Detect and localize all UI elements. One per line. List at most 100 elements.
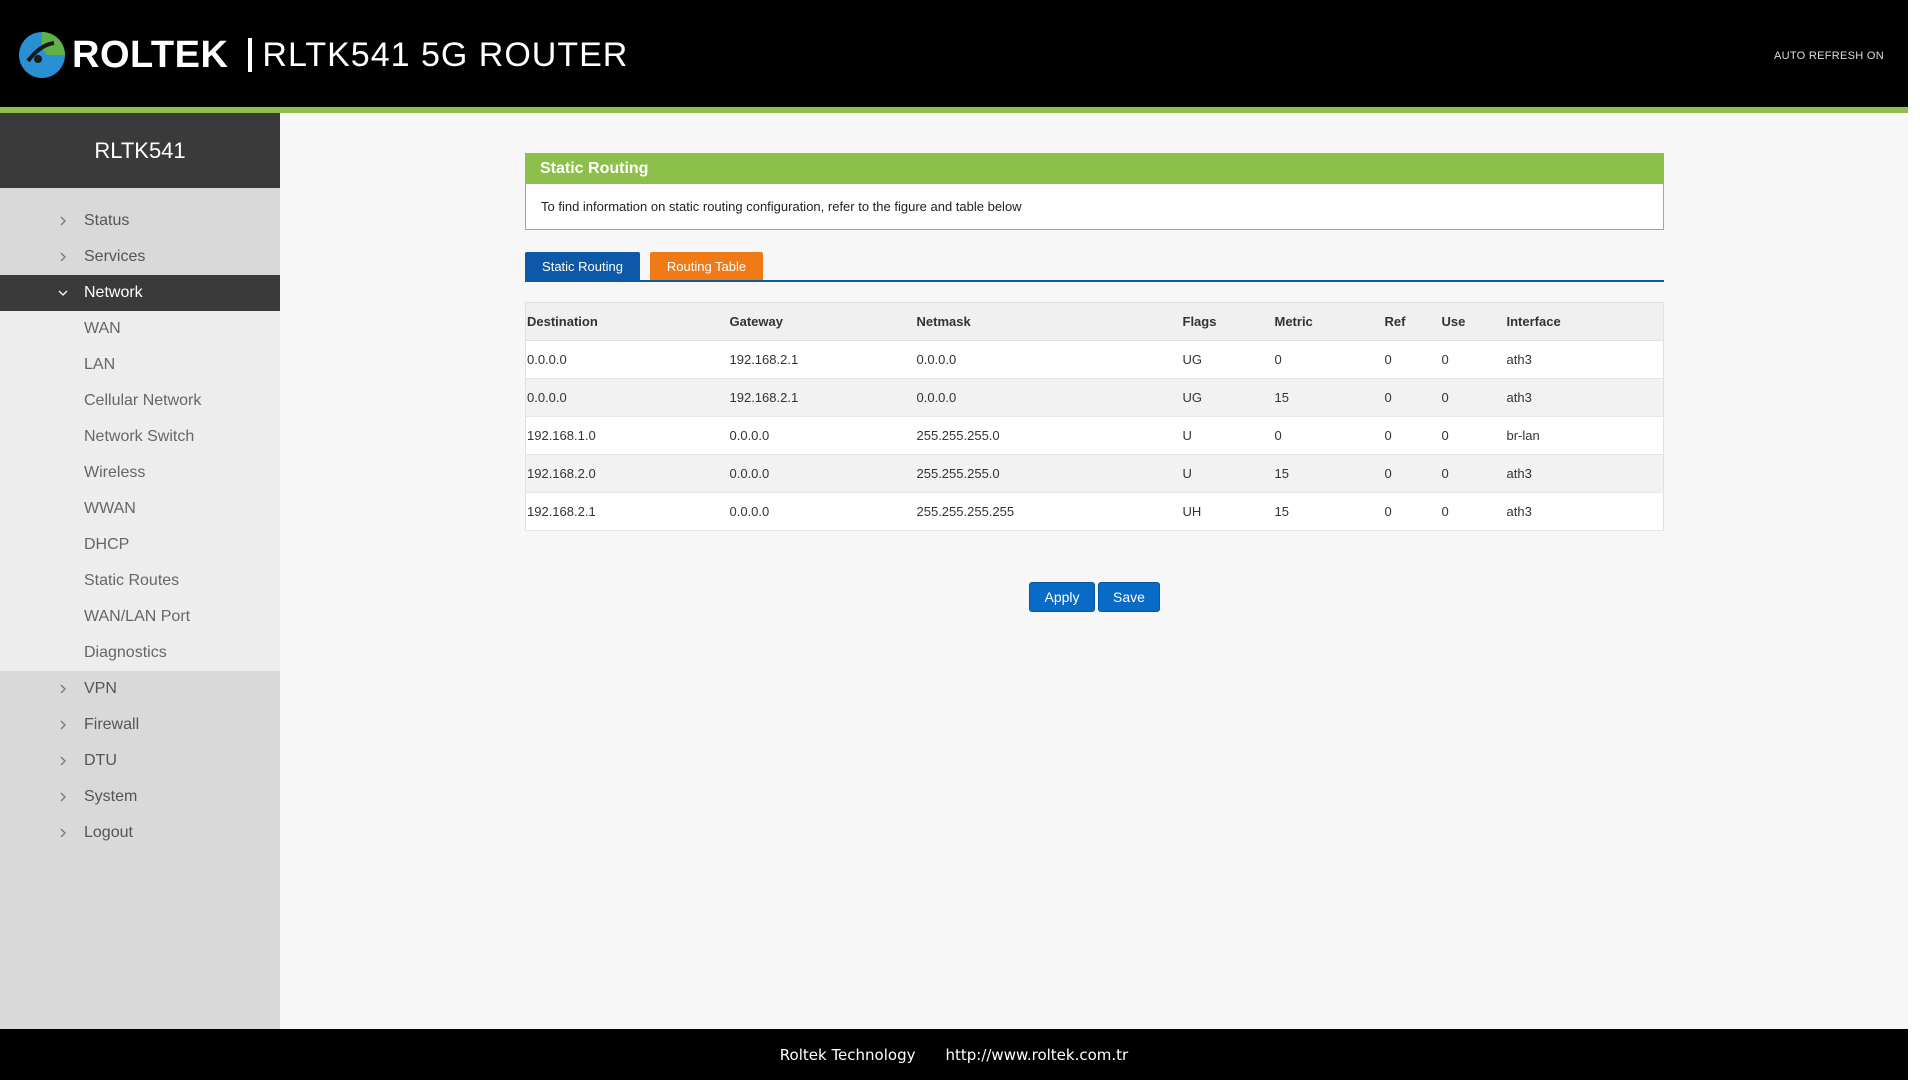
cell-netmask: 255.255.255.0 [915, 454, 1182, 493]
tab-routing-table[interactable]: Routing Table [650, 252, 763, 280]
sidebar-item-network[interactable]: Network [0, 275, 280, 311]
sidebar-item-label: Wireless [84, 464, 146, 481]
cell-gateway: 0.0.0.0 [728, 454, 916, 493]
sidebar-item-label: WAN/LAN Port [84, 608, 191, 625]
apply-button[interactable]: Apply [1029, 582, 1095, 612]
sidebar-subitem-wan[interactable]: WAN [0, 311, 280, 347]
chevron-right-icon [60, 216, 66, 226]
sidebar-item-label: WAN [84, 320, 121, 337]
sidebar-subitem-diagnostics[interactable]: Diagnostics [0, 635, 280, 671]
sidebar-subitem-wan-lan-port[interactable]: WAN/LAN Port [0, 599, 280, 635]
chevron-down-icon [58, 290, 68, 296]
cell-metric: 15 [1273, 454, 1384, 493]
cell-ref: 0 [1383, 340, 1441, 379]
column-header-flags: Flags [1181, 302, 1274, 341]
cell-ref: 0 [1383, 492, 1441, 531]
sidebar-item-label: Cellular Network [84, 392, 202, 409]
sidebar-item-label: LAN [84, 356, 116, 373]
sidebar-item-label: Network Switch [84, 428, 195, 445]
sidebar-subitem-wwan[interactable]: WWAN [0, 491, 280, 527]
table-row: 0.0.0.0 192.168.2.1 0.0.0.0 UG 15 0 0 at… [525, 378, 1664, 417]
cell-use: 0 [1440, 454, 1506, 493]
cell-destination: 0.0.0.0 [525, 378, 729, 417]
sidebar-subitem-static-routes[interactable]: Static Routes [0, 563, 280, 599]
cell-flags: UG [1181, 340, 1274, 379]
cell-destination: 192.168.1.0 [525, 416, 729, 455]
sidebar-item-status[interactable]: Status [0, 203, 280, 239]
cell-gateway: 0.0.0.0 [728, 492, 916, 531]
sidebar-item-label: DTU [84, 752, 117, 769]
cell-gateway: 0.0.0.0 [728, 416, 916, 455]
sidebar-item-firewall[interactable]: Firewall [0, 707, 280, 743]
sidebar-item-logout[interactable]: Logout [0, 815, 280, 851]
cell-interface: ath3 [1505, 454, 1664, 493]
table-row: 192.168.1.0 0.0.0.0 255.255.255.0 U 0 0 … [525, 416, 1664, 455]
model-title: RLTK541 5G ROUTER [262, 35, 629, 74]
cell-gateway: 192.168.2.1 [728, 340, 916, 379]
chevron-right-icon [60, 720, 66, 730]
cell-flags: U [1181, 454, 1274, 493]
network-submenu: WAN LAN Cellular Network Network Switch … [0, 311, 280, 671]
cell-metric: 0 [1273, 340, 1384, 379]
chevron-right-icon [60, 252, 66, 262]
sidebar-item-label: DHCP [84, 536, 130, 553]
footer-url-link[interactable]: http://www.roltek.com.tr [945, 1046, 1128, 1064]
column-header-metric: Metric [1273, 302, 1384, 341]
logo: ROLTEK RLTK541 5G ROUTER [18, 28, 628, 82]
cell-interface: ath3 [1505, 340, 1664, 379]
sidebar-item-dtu[interactable]: DTU [0, 743, 280, 779]
cell-netmask: 255.255.255.255 [915, 492, 1182, 531]
sidebar-item-label: Network [84, 284, 143, 301]
sidebar-menu: Status Services Network WAN LAN Cellular… [0, 188, 280, 851]
sidebar-item-label: Services [84, 248, 146, 265]
cell-netmask: 0.0.0.0 [915, 340, 1182, 379]
cell-netmask: 255.255.255.0 [915, 416, 1182, 455]
sidebar-subitem-network-switch[interactable]: Network Switch [0, 419, 280, 455]
sidebar-subitem-cellular-network[interactable]: Cellular Network [0, 383, 280, 419]
sidebar-item-label: Firewall [84, 716, 140, 733]
chevron-right-icon [60, 684, 66, 694]
auto-refresh-toggle[interactable]: AUTO REFRESH ON [1774, 50, 1884, 62]
action-buttons: Apply Save [525, 582, 1664, 612]
cell-metric: 0 [1273, 416, 1384, 455]
table-header-row: Destination Gateway Netmask Flags Metric… [525, 302, 1664, 341]
top-header: ROLTEK RLTK541 5G ROUTER AUTO REFRESH ON [0, 0, 1908, 113]
sidebar-item-vpn[interactable]: VPN [0, 671, 280, 707]
tab-static-routing[interactable]: Static Routing [525, 252, 640, 280]
panel-description: To find information on static routing co… [525, 184, 1664, 230]
panel-title: Static Routing [525, 153, 1664, 184]
cell-ref: 0 [1383, 416, 1441, 455]
column-header-netmask: Netmask [915, 302, 1182, 341]
header-divider [248, 38, 253, 72]
sidebar-item-label: Static Routes [84, 572, 180, 589]
brand-name: ROLTEK [72, 33, 229, 76]
table-row: 192.168.2.1 0.0.0.0 255.255.255.255 UH 1… [525, 492, 1664, 531]
sidebar-item-label: VPN [84, 680, 117, 697]
sidebar-subitem-lan[interactable]: LAN [0, 347, 280, 383]
routing-table: Destination Gateway Netmask Flags Metric… [525, 302, 1664, 531]
cell-metric: 15 [1273, 492, 1384, 531]
table-row: 192.168.2.0 0.0.0.0 255.255.255.0 U 15 0… [525, 454, 1664, 493]
sidebar-item-services[interactable]: Services [0, 239, 280, 275]
column-header-destination: Destination [525, 302, 729, 341]
roltek-logo-icon [19, 32, 65, 78]
sidebar-subitem-dhcp[interactable]: DHCP [0, 527, 280, 563]
cell-metric: 15 [1273, 378, 1384, 417]
cell-destination: 192.168.2.0 [525, 454, 729, 493]
footer-company: Roltek Technology [779, 1045, 916, 1064]
cell-flags: UG [1181, 378, 1274, 417]
cell-ref: 0 [1383, 454, 1441, 493]
cell-use: 0 [1440, 340, 1506, 379]
cell-use: 0 [1440, 416, 1506, 455]
sidebar-item-system[interactable]: System [0, 779, 280, 815]
footer: Roltek Technology http://www.roltek.com.… [0, 1029, 1908, 1080]
page-edge [1908, 0, 1920, 1080]
sidebar-subitem-wireless[interactable]: Wireless [0, 455, 280, 491]
cell-flags: U [1181, 416, 1274, 455]
sidebar-item-label: Logout [84, 824, 133, 841]
column-header-ref: Ref [1383, 302, 1441, 341]
static-routing-panel: Static Routing To find information on st… [525, 153, 1664, 612]
cell-use: 0 [1440, 378, 1506, 417]
cell-netmask: 0.0.0.0 [915, 378, 1182, 417]
save-button[interactable]: Save [1098, 582, 1160, 612]
